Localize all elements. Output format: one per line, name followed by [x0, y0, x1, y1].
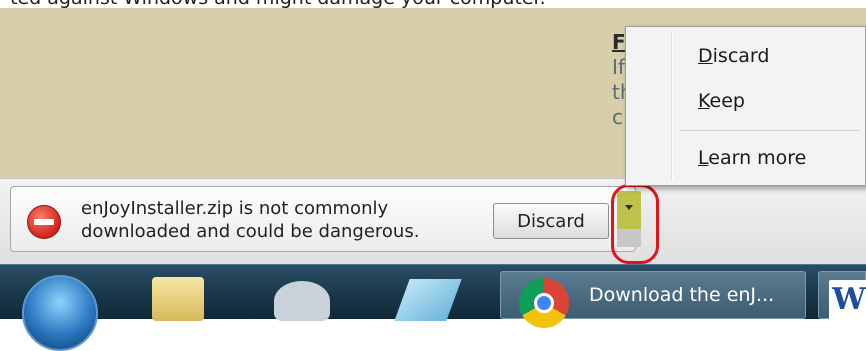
- taskbar: Download the enJ... W: [0, 264, 866, 351]
- download-warning-text: enJoyInstaller.zip is not commonly downl…: [81, 197, 481, 243]
- download-options-dropdown[interactable]: [617, 191, 641, 247]
- menu-item-discard[interactable]: Discard: [698, 45, 769, 67]
- folder-icon[interactable]: [152, 277, 204, 321]
- menu-item-learn-more[interactable]: Learn more: [698, 147, 806, 169]
- menu-item-keep[interactable]: Keep: [698, 90, 745, 112]
- start-button-icon[interactable]: [22, 275, 98, 351]
- download-item: enJoyInstaller.zip is not commonly downl…: [10, 186, 636, 252]
- warning-line: downloaded and could be dangerous.: [81, 221, 420, 242]
- word-icon: W: [829, 280, 866, 320]
- download-shelf: enJoyInstaller.zip is not commonly downl…: [0, 178, 866, 265]
- taskbar-button-label: Download the enJ...: [589, 284, 775, 306]
- taskbar-button-chrome[interactable]: Download the enJ...: [500, 271, 806, 328]
- page-top-text: ted against Windows and might damage you…: [0, 0, 866, 8]
- tools-icon[interactable]: [274, 281, 330, 321]
- pen-icon[interactable]: [394, 279, 462, 321]
- page-caption: ted against Windows and might damage you…: [10, 0, 546, 8]
- download-context-menu: Discard Keep Learn more: [625, 26, 866, 186]
- taskbar-button-word[interactable]: W: [818, 271, 866, 320]
- danger-warning-icon: [27, 205, 61, 239]
- warning-line: enJoyInstaller.zip is not commonly: [81, 198, 389, 219]
- menu-separator: [680, 130, 860, 131]
- chevron-down-icon: [625, 205, 633, 210]
- discard-button[interactable]: Discard: [493, 203, 609, 239]
- chrome-icon: [519, 278, 569, 328]
